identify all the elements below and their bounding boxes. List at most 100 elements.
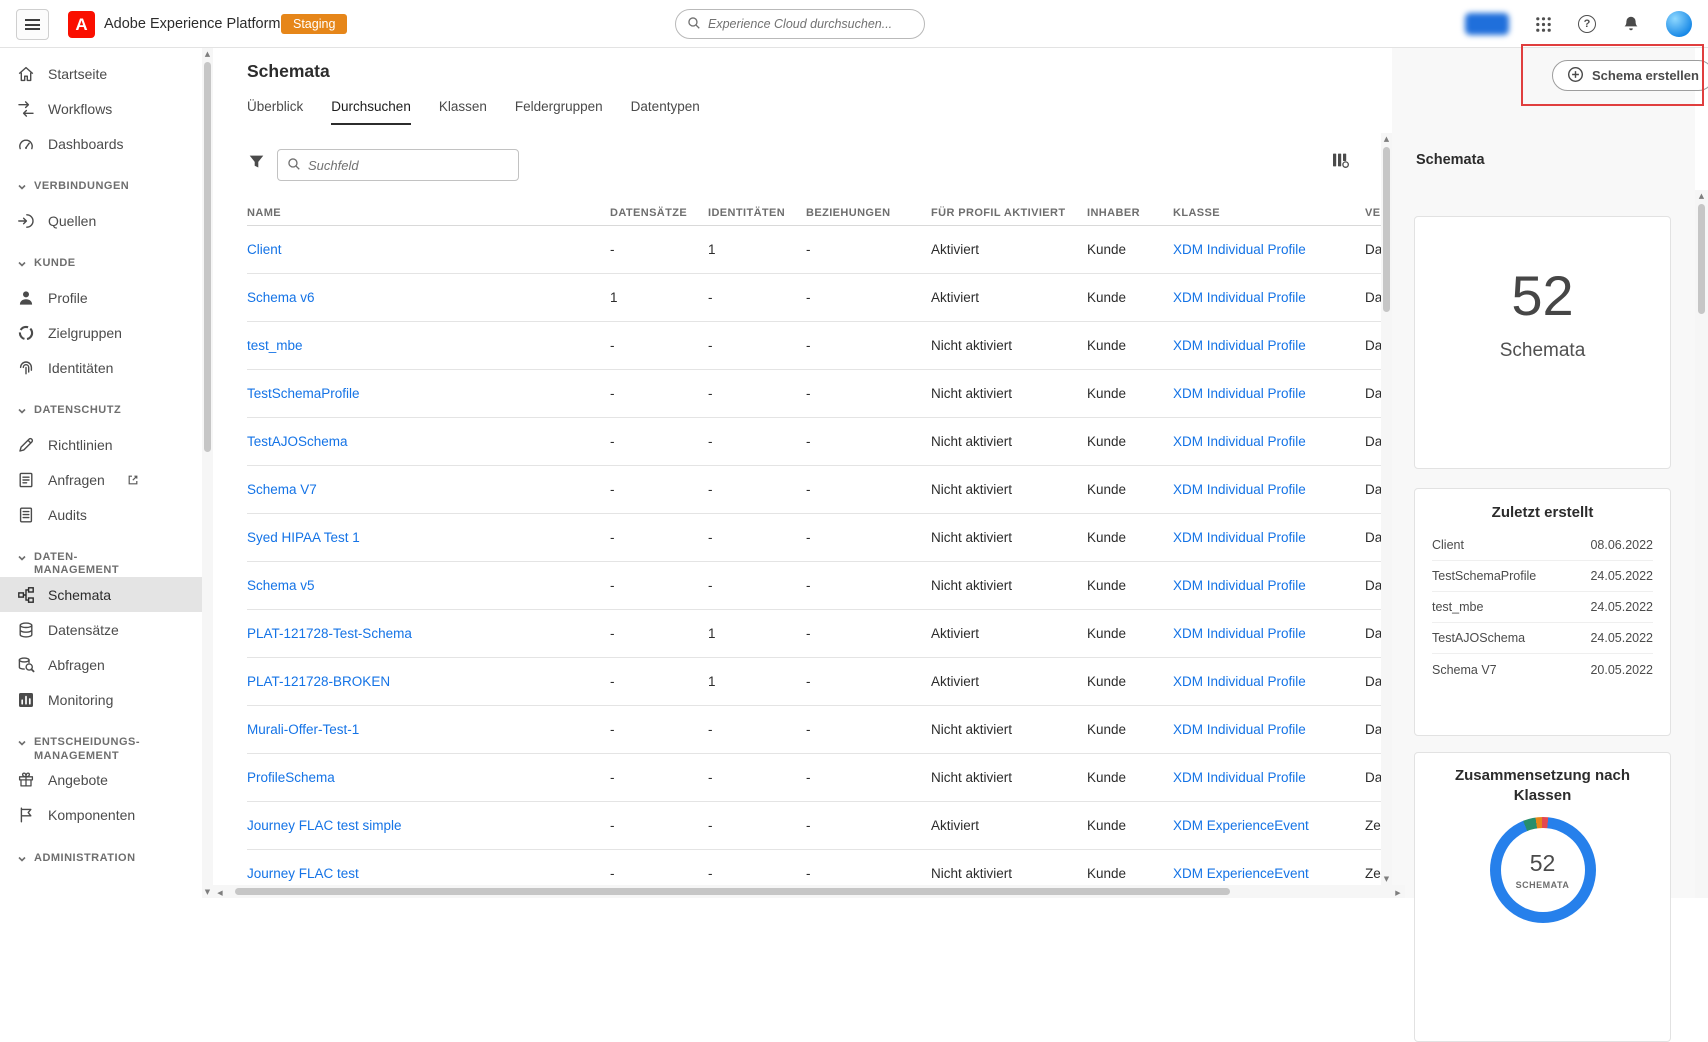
- sidebar-item-abfragen[interactable]: Abfragen: [0, 647, 202, 682]
- tab-datentypen[interactable]: Datentypen: [631, 99, 700, 125]
- table-row[interactable]: PLAT-121728-Test-Schema - 1 - Aktiviert …: [247, 610, 1381, 658]
- sidebar-item-workflows[interactable]: Workflows: [0, 91, 202, 126]
- schema-name-link[interactable]: TestSchemaProfile: [247, 386, 360, 401]
- schema-class-link[interactable]: XDM Individual Profile: [1173, 722, 1306, 737]
- schema-name-link[interactable]: test_mbe: [247, 338, 303, 353]
- scrollbar-thumb[interactable]: [204, 62, 211, 452]
- column-settings-icon[interactable]: [1331, 151, 1350, 172]
- table-row[interactable]: PLAT-121728-BROKEN - 1 - Aktiviert Kunde…: [247, 658, 1381, 706]
- sidebar-item-identitaeten[interactable]: Identitäten: [0, 350, 202, 385]
- sidebar-scrollbar[interactable]: ▲ ▼: [202, 48, 213, 898]
- schema-name-link[interactable]: PLAT-121728-BROKEN: [247, 674, 390, 689]
- col-beziehungen[interactable]: BEZIEHUNGEN: [806, 207, 931, 219]
- tab-ueberblick[interactable]: Überblick: [247, 99, 303, 125]
- sidebar-section-verbindungen[interactable]: VERBINDUNGEN: [0, 171, 202, 203]
- funnel-icon[interactable]: [247, 153, 266, 174]
- sidebar-item-quellen[interactable]: Quellen: [0, 203, 202, 238]
- create-schema-button[interactable]: Schema erstellen: [1552, 60, 1708, 91]
- table-row[interactable]: Schema v6 1 - - Aktiviert Kunde XDM Indi…: [247, 274, 1381, 322]
- schema-name-link[interactable]: Client: [247, 242, 282, 257]
- table-row[interactable]: ProfileSchema - - - Nicht aktiviert Kund…: [247, 754, 1381, 802]
- schema-class-link[interactable]: XDM Individual Profile: [1173, 290, 1306, 305]
- sidebar-item-komponenten[interactable]: Komponenten: [0, 798, 202, 833]
- scroll-up-arrow[interactable]: ▲: [1381, 134, 1392, 144]
- schema-class-link[interactable]: XDM Individual Profile: [1173, 770, 1306, 785]
- schema-name-link[interactable]: ProfileSchema: [247, 770, 335, 785]
- col-profil-aktiviert[interactable]: FÜR PROFIL AKTIVIERT: [931, 207, 1087, 219]
- global-search[interactable]: [675, 9, 925, 39]
- sidebar-section-kunde[interactable]: KUNDE: [0, 248, 202, 280]
- sidebar-item-dashboards[interactable]: Dashboards: [0, 126, 202, 161]
- table-horizontal-scrollbar[interactable]: ◀ ▶: [213, 885, 1405, 898]
- sidebar-item-audits[interactable]: Audits: [0, 497, 202, 532]
- schema-name-link[interactable]: Journey FLAC test: [247, 866, 359, 881]
- scroll-down-arrow[interactable]: ▼: [202, 887, 213, 897]
- tab-klassen[interactable]: Klassen: [439, 99, 487, 125]
- sidebar-section-datenschutz[interactable]: DATENSCHUTZ: [0, 395, 202, 427]
- schema-class-link[interactable]: XDM Individual Profile: [1173, 674, 1306, 689]
- table-row[interactable]: Murali-Offer-Test-1 - - - Nicht aktivier…: [247, 706, 1381, 754]
- global-search-input[interactable]: [708, 17, 913, 31]
- sandbox-badge-blurred[interactable]: [1465, 13, 1509, 35]
- sidebar-item-richtlinien[interactable]: Richtlinien: [0, 427, 202, 462]
- scrollbar-thumb[interactable]: [235, 888, 1230, 895]
- sidebar-section-entscheidungs-management[interactable]: ENTSCHEIDUNGS-MANAGEMENT: [0, 727, 202, 762]
- right-panel-scrollbar[interactable]: ▲: [1695, 190, 1708, 898]
- schema-name-link[interactable]: PLAT-121728-Test-Schema: [247, 626, 412, 641]
- sidebar-item-zielgruppen[interactable]: Zielgruppen: [0, 315, 202, 350]
- schema-name-link[interactable]: Schema v5: [247, 578, 315, 593]
- schema-name-link[interactable]: Schema v6: [247, 290, 315, 305]
- schema-class-link[interactable]: XDM ExperienceEvent: [1173, 818, 1309, 833]
- table-row[interactable]: Journey FLAC test simple - - - Aktiviert…: [247, 802, 1381, 850]
- table-row[interactable]: Client - 1 - Aktiviert Kunde XDM Individ…: [247, 226, 1381, 274]
- table-search-input[interactable]: [308, 157, 509, 173]
- table-vertical-scrollbar[interactable]: ▲ ▼: [1381, 133, 1392, 885]
- scroll-left-arrow[interactable]: ◀: [215, 888, 225, 898]
- schema-name-link[interactable]: Murali-Offer-Test-1: [247, 722, 359, 737]
- sidebar-item-startseite[interactable]: Startseite: [0, 56, 202, 91]
- schema-class-link[interactable]: XDM Individual Profile: [1173, 482, 1306, 497]
- question-circle-icon[interactable]: ?: [1578, 15, 1596, 33]
- schema-class-link[interactable]: XDM Individual Profile: [1173, 386, 1306, 401]
- col-klasse[interactable]: KLASSE: [1173, 207, 1365, 219]
- table-search[interactable]: [277, 149, 519, 181]
- col-datensaetze[interactable]: DATENSÄTZE: [610, 207, 708, 219]
- sidebar-section-daten-management[interactable]: DATEN-MANAGEMENT: [0, 542, 202, 577]
- schema-class-link[interactable]: XDM ExperienceEvent: [1173, 866, 1309, 881]
- table-row[interactable]: Schema V7 - - - Nicht aktiviert Kunde XD…: [247, 466, 1381, 514]
- grid-icon[interactable]: [1535, 16, 1552, 33]
- sidebar-item-anfragen[interactable]: Anfragen: [0, 462, 202, 497]
- sidebar-item-angebote[interactable]: Angebote: [0, 763, 202, 798]
- schema-class-link[interactable]: XDM Individual Profile: [1173, 338, 1306, 353]
- col-inhaber[interactable]: INHABER: [1087, 207, 1173, 219]
- table-row[interactable]: TestAJOSchema - - - Nicht aktiviert Kund…: [247, 418, 1381, 466]
- table-row[interactable]: Syed HIPAA Test 1 - - - Nicht aktiviert …: [247, 514, 1381, 562]
- schema-class-link[interactable]: XDM Individual Profile: [1173, 578, 1306, 593]
- col-verhalten[interactable]: VE: [1365, 207, 1381, 219]
- avatar[interactable]: [1666, 11, 1692, 37]
- schema-class-link[interactable]: XDM Individual Profile: [1173, 530, 1306, 545]
- schema-name-link[interactable]: Schema V7: [247, 482, 317, 497]
- table-row[interactable]: test_mbe - - - Nicht aktiviert Kunde XDM…: [247, 322, 1381, 370]
- tab-durchsuchen[interactable]: Durchsuchen: [331, 99, 411, 125]
- scroll-up-arrow[interactable]: ▲: [1695, 191, 1708, 201]
- schema-name-link[interactable]: Syed HIPAA Test 1: [247, 530, 360, 545]
- sidebar-item-monitoring[interactable]: Monitoring: [0, 682, 202, 717]
- scroll-up-arrow[interactable]: ▲: [202, 49, 213, 59]
- hamburger-menu-button[interactable]: [16, 9, 49, 40]
- sidebar-item-datensaetze[interactable]: Datensätze: [0, 612, 202, 647]
- schema-class-link[interactable]: XDM Individual Profile: [1173, 434, 1306, 449]
- schema-name-link[interactable]: TestAJOSchema: [247, 434, 348, 449]
- scrollbar-thumb[interactable]: [1698, 204, 1705, 314]
- sidebar-section-administration[interactable]: ADMINISTRATION: [0, 843, 202, 875]
- col-name[interactable]: NAME: [247, 207, 610, 219]
- bell-icon[interactable]: [1622, 15, 1640, 33]
- scroll-down-arrow[interactable]: ▼: [1381, 874, 1392, 884]
- sidebar-item-schemata[interactable]: Schemata: [0, 577, 202, 613]
- schema-class-link[interactable]: XDM Individual Profile: [1173, 626, 1306, 641]
- sidebar-item-profile[interactable]: Profile: [0, 280, 202, 315]
- scrollbar-thumb[interactable]: [1383, 147, 1390, 312]
- col-identitaeten[interactable]: IDENTITÄTEN: [708, 207, 806, 219]
- table-row[interactable]: TestSchemaProfile - - - Nicht aktiviert …: [247, 370, 1381, 418]
- tab-feldergruppen[interactable]: Feldergruppen: [515, 99, 603, 125]
